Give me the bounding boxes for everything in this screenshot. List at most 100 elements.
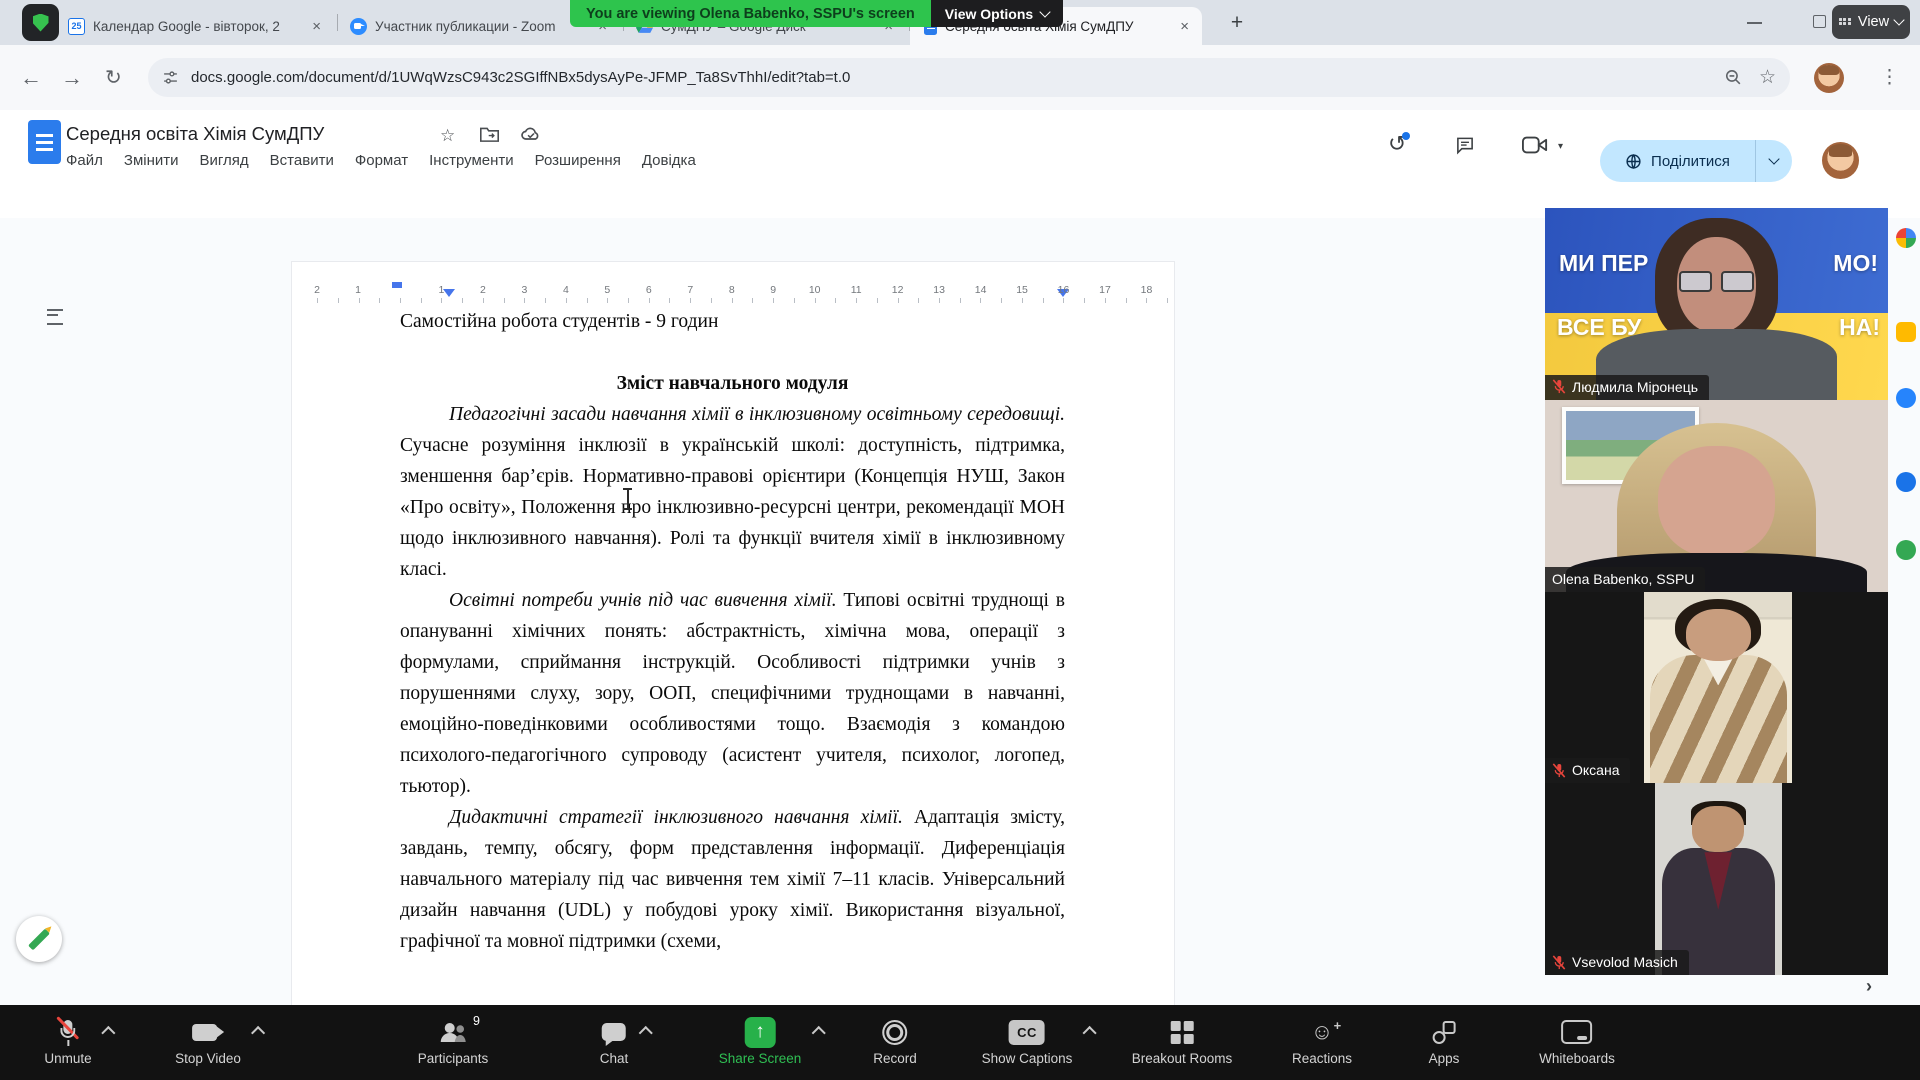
zoom-control-participants[interactable]: 9Participants bbox=[418, 1016, 489, 1066]
more-videos-arrow[interactable]: › bbox=[1866, 976, 1872, 997]
share-button-label: Поділитися bbox=[1651, 153, 1730, 170]
menu-формат[interactable]: Формат bbox=[355, 152, 408, 169]
participant-video-4[interactable]: Vsevolod Masich bbox=[1545, 783, 1888, 975]
tab-close-icon[interactable]: × bbox=[1177, 18, 1192, 35]
browser-menu-icon[interactable]: ⋮ bbox=[1880, 45, 1899, 110]
chevron-up-icon[interactable] bbox=[811, 1026, 825, 1040]
docs-app-icon[interactable] bbox=[28, 120, 61, 164]
docs-profile-avatar[interactable] bbox=[1822, 142, 1859, 179]
menu-файл[interactable]: Файл bbox=[66, 152, 103, 169]
menu-вставити[interactable]: Вставити bbox=[270, 152, 334, 169]
annotate-pencil-button[interactable] bbox=[16, 916, 62, 962]
doc-paragraph-2: Освітні потреби учнів під час вивчення х… bbox=[400, 585, 1065, 802]
document-title[interactable]: Середня освіта Хімія СумДПУ bbox=[66, 123, 324, 145]
zoom-control-chat[interactable]: Chat bbox=[600, 1016, 629, 1066]
chevron-down-icon[interactable]: ▾ bbox=[1558, 141, 1563, 152]
control-label: Show Captions bbox=[982, 1051, 1073, 1066]
move-to-folder-icon[interactable] bbox=[480, 126, 499, 142]
star-document-icon[interactable]: ☆ bbox=[440, 126, 455, 146]
forward-button[interactable]: → bbox=[61, 45, 83, 110]
zoom-view-button[interactable]: View bbox=[1832, 5, 1910, 39]
calendar-sidepanel-icon[interactable] bbox=[1896, 228, 1916, 248]
window-restore-button[interactable] bbox=[1813, 15, 1826, 28]
camera-icon bbox=[193, 1024, 218, 1041]
document-text[interactable]: Самостійна робота студентів - 9 годин Зм… bbox=[400, 306, 1065, 957]
ruler-number: 13 bbox=[933, 284, 945, 296]
ruler-number: 10 bbox=[809, 284, 821, 296]
address-bar[interactable]: docs.google.com/document/d/1UWqWzsC943c2… bbox=[148, 58, 1790, 97]
ruler-number: 1 bbox=[355, 284, 361, 296]
zoom-control-record[interactable]: Record bbox=[873, 1016, 917, 1066]
browser-tab-1[interactable]: 25Календар Google - вівторок, 2× bbox=[56, 7, 334, 45]
menu-вигляд[interactable]: Вигляд bbox=[200, 152, 249, 169]
new-tab-button[interactable]: + bbox=[1222, 9, 1252, 39]
tasks-sidepanel-icon[interactable] bbox=[1896, 388, 1916, 408]
ruler-number: 12 bbox=[892, 284, 904, 296]
maps-sidepanel-icon[interactable] bbox=[1896, 540, 1916, 560]
participant-video-2[interactable]: Olena Babenko, SSPU bbox=[1545, 400, 1888, 592]
browser-app-icon[interactable] bbox=[22, 4, 59, 41]
zoom-toolbar: Leave Room UnmuteStop Video9Participants… bbox=[0, 1005, 1920, 1080]
zoom-control-stop-video[interactable]: Stop Video bbox=[175, 1016, 241, 1066]
ruler-number: 3 bbox=[521, 284, 527, 296]
zoom-control-reactions[interactable]: ☺+Reactions bbox=[1292, 1016, 1352, 1066]
ruler-number: 11 bbox=[851, 284, 862, 296]
zoom-control-whiteboards[interactable]: Whiteboards bbox=[1539, 1016, 1615, 1066]
left-indent-marker[interactable] bbox=[392, 282, 402, 288]
chevron-up-icon[interactable] bbox=[1082, 1026, 1096, 1040]
control-label: Breakout Rooms bbox=[1132, 1051, 1233, 1066]
comments-icon[interactable] bbox=[1455, 136, 1475, 155]
site-settings-icon[interactable] bbox=[162, 69, 179, 86]
url-text: docs.google.com/document/d/1UWqWzsC943c2… bbox=[191, 69, 1708, 86]
contacts-sidepanel-icon[interactable] bbox=[1896, 472, 1916, 492]
ruler-number: 6 bbox=[646, 284, 652, 296]
menu-змінити[interactable]: Змінити bbox=[124, 152, 179, 169]
participant-name: Olena Babenko, SSPU bbox=[1552, 571, 1694, 587]
version-history-icon[interactable]: ↺ bbox=[1388, 131, 1406, 157]
cloud-saved-icon[interactable] bbox=[521, 126, 541, 142]
back-button[interactable]: ← bbox=[20, 45, 42, 110]
tab-title: Календар Google - вівторок, 2 bbox=[93, 19, 301, 34]
view-options-button[interactable]: View Options bbox=[931, 0, 1063, 27]
browser-profile-avatar[interactable] bbox=[1814, 63, 1844, 93]
keep-sidepanel-icon[interactable] bbox=[1896, 322, 1916, 342]
menu-довідка[interactable]: Довідка bbox=[642, 152, 696, 169]
doc-heading: Зміст навчального модуля bbox=[400, 368, 1065, 399]
control-label: Chat bbox=[600, 1051, 629, 1066]
grid-icon bbox=[1839, 18, 1852, 27]
zoom-control-apps[interactable]: Apps bbox=[1429, 1016, 1460, 1066]
menu-розширення[interactable]: Розширення bbox=[535, 152, 621, 169]
zoom-control-share-screen[interactable]: ↑Share Screen bbox=[719, 1016, 802, 1066]
participant-name: Vsevolod Masich bbox=[1572, 954, 1678, 970]
window-minimize-button[interactable] bbox=[1747, 22, 1762, 24]
share-button[interactable]: Поділитися bbox=[1600, 140, 1792, 182]
participant-name: Оксана bbox=[1572, 762, 1619, 778]
participant-name: Людмила Міронець bbox=[1572, 379, 1698, 395]
show-outline-button[interactable] bbox=[40, 304, 70, 330]
ruler-number: 16 bbox=[1058, 284, 1070, 296]
tab-close-icon[interactable]: × bbox=[309, 18, 324, 35]
control-label: Participants bbox=[418, 1051, 489, 1066]
zoom-control-breakout-rooms[interactable]: Breakout Rooms bbox=[1132, 1016, 1233, 1066]
zoom-control-unmute[interactable]: Unmute bbox=[44, 1016, 91, 1066]
browser-toolbar: ← → ↻ docs.google.com/document/d/1UWqWzs… bbox=[0, 45, 1920, 111]
chevron-up-icon[interactable] bbox=[638, 1026, 652, 1040]
participant-video-1[interactable]: МИ ПЕР МО! ВСЕ БУ НА! Людмила Міронець bbox=[1545, 208, 1888, 400]
ruler-number: 9 bbox=[770, 284, 776, 296]
share-options-chevron[interactable] bbox=[1756, 159, 1792, 163]
muted-mic-icon bbox=[1552, 955, 1566, 970]
globe-icon bbox=[1625, 153, 1642, 170]
participant-video-3[interactable]: Оксана bbox=[1545, 592, 1888, 784]
zoom-page-icon[interactable] bbox=[1724, 68, 1743, 87]
reload-button[interactable]: ↻ bbox=[105, 45, 122, 110]
ruler-number: 8 bbox=[729, 284, 735, 296]
menu-інструменти[interactable]: Інструменти bbox=[429, 152, 514, 169]
zoom-control-show-captions[interactable]: CCShow Captions bbox=[982, 1016, 1073, 1066]
chevron-up-icon[interactable] bbox=[251, 1026, 265, 1040]
participant-name-chip: Людмила Міронець bbox=[1545, 375, 1709, 400]
join-call-icon[interactable] bbox=[1522, 136, 1548, 154]
ruler-number: 1 bbox=[439, 284, 445, 296]
chevron-up-icon[interactable] bbox=[102, 1026, 116, 1040]
first-line-indent-marker[interactable] bbox=[443, 289, 455, 297]
bookmark-star-icon[interactable]: ☆ bbox=[1759, 66, 1776, 89]
